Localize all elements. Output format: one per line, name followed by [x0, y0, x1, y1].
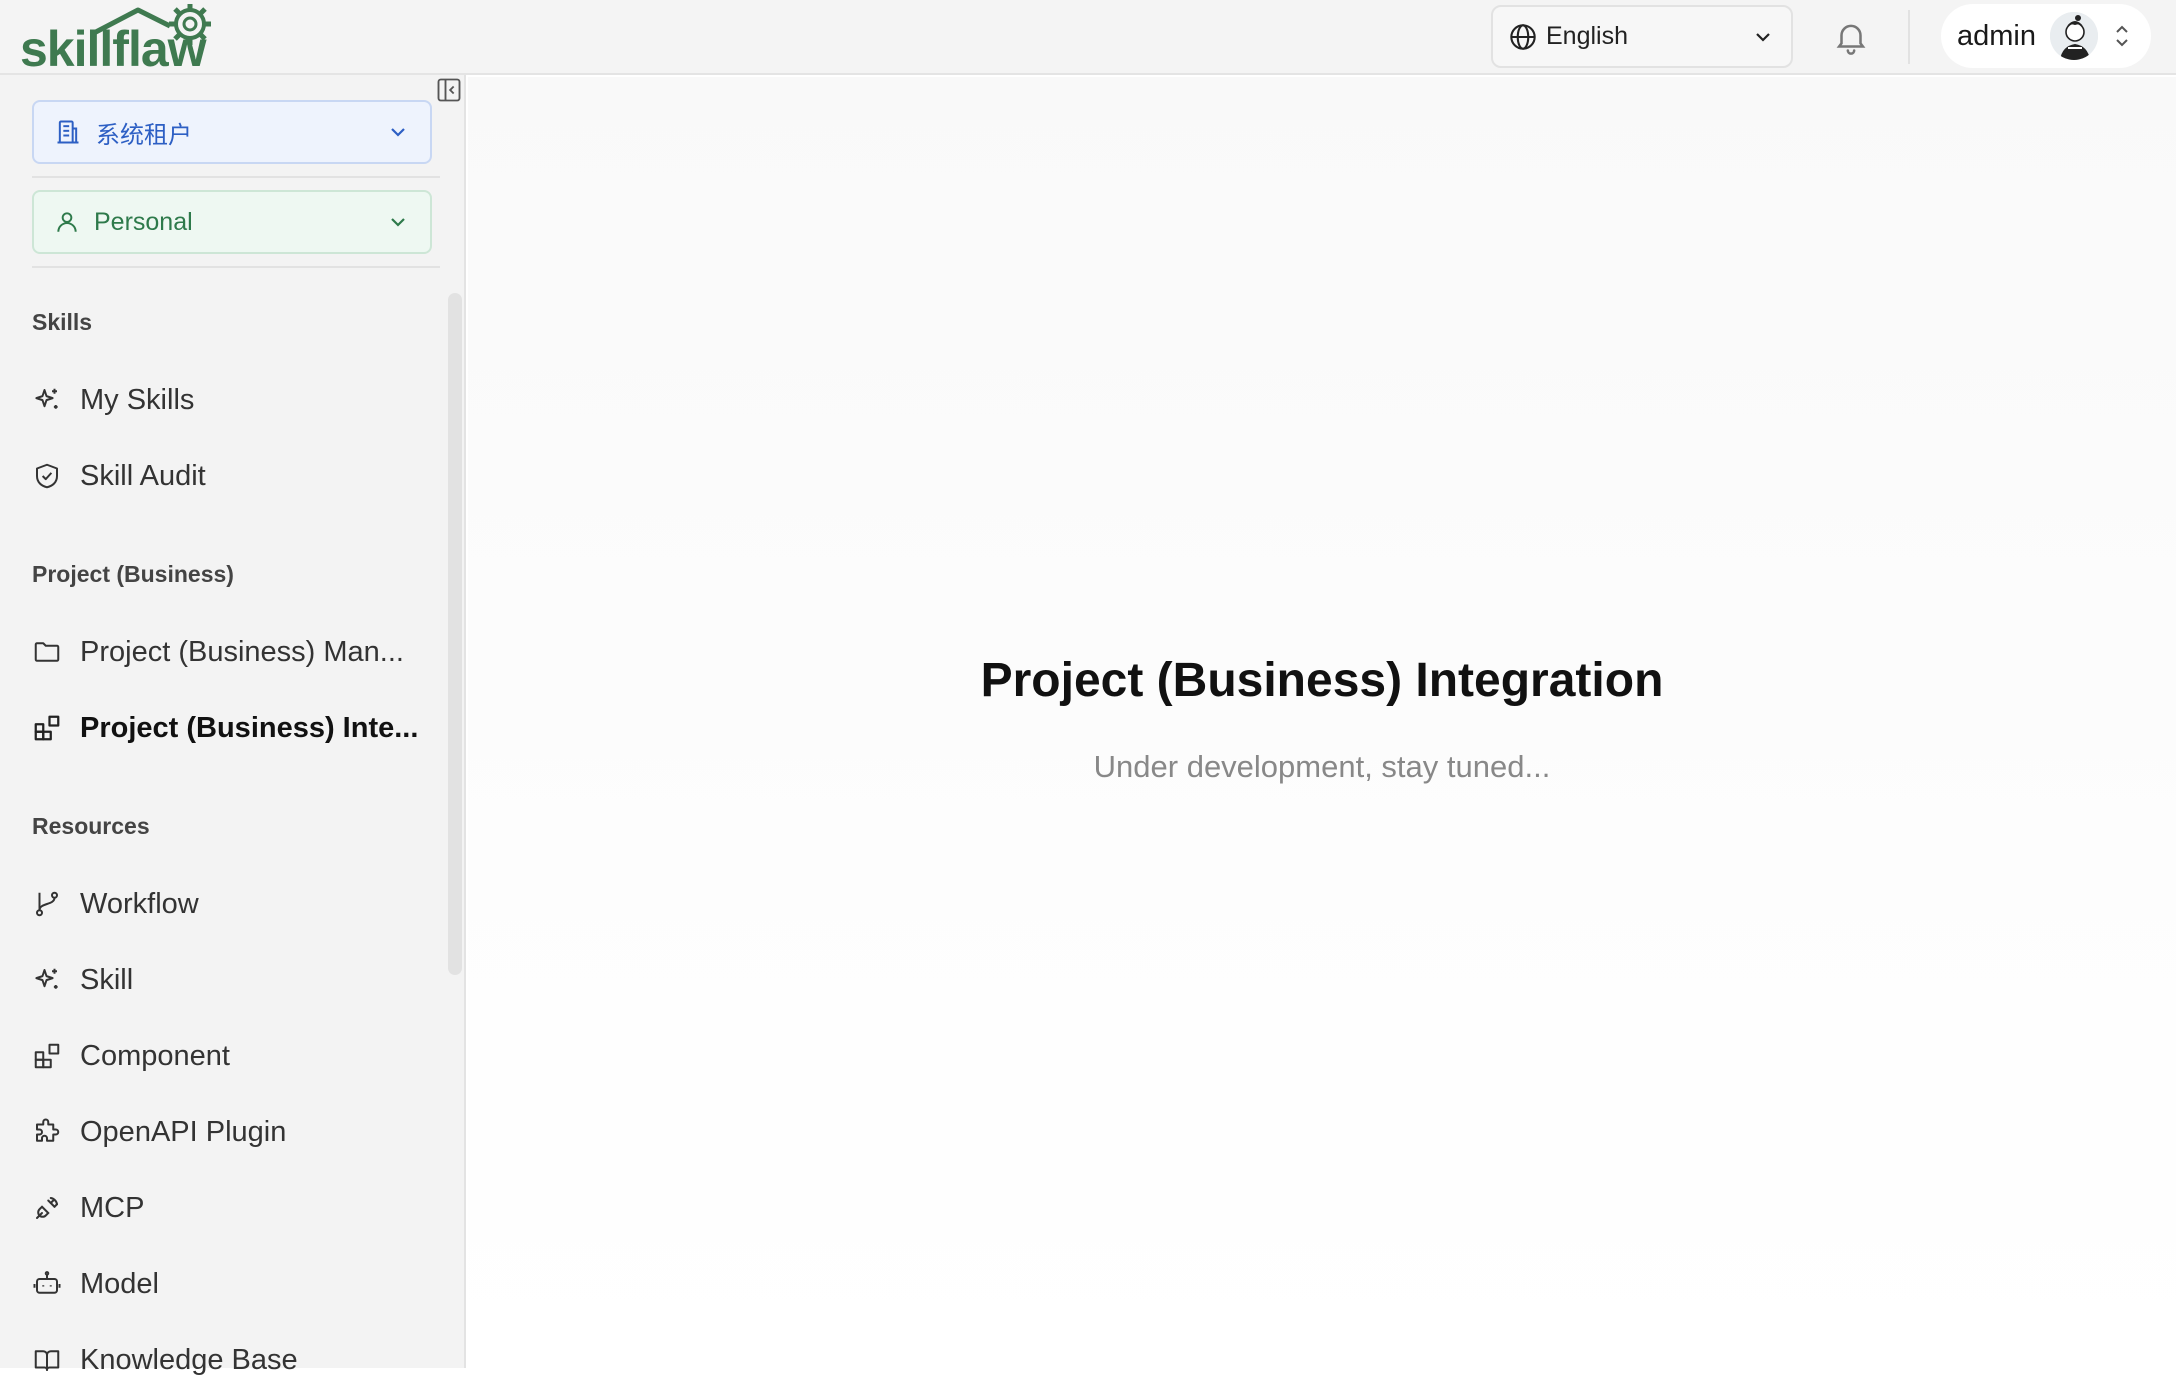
sidebar-item-label: Project (Business) Inte... — [80, 711, 419, 744]
workspace-select[interactable]: Personal — [32, 190, 432, 254]
language-select[interactable]: English — [1491, 5, 1793, 68]
sidebar-item-label: OpenAPI Plugin — [80, 1115, 287, 1148]
sidebar-item-label: Skill Audit — [80, 459, 206, 492]
sidebar-item-label: Model — [80, 1267, 159, 1300]
language-label: English — [1546, 22, 1628, 50]
blocks-icon — [34, 1043, 60, 1069]
plug-icon — [36, 1197, 58, 1219]
sidebar-item-knowledge-base[interactable]: Knowledge Base — [32, 1333, 422, 1387]
user-menu[interactable]: admin — [1941, 4, 2151, 68]
sidebar-item-label: Project (Business) Man... — [80, 635, 404, 668]
sidebar-item-label: Workflow — [80, 887, 199, 920]
sidebar-item-model[interactable]: Model — [32, 1257, 422, 1311]
sidebar-item-openapi-plugin[interactable]: OpenAPI Plugin — [32, 1105, 422, 1159]
section-title-project: Project (Business) — [32, 561, 234, 587]
logo-text: skillflaw — [20, 21, 207, 70]
chevron-down-icon — [1756, 32, 1770, 42]
main-content: Project (Business) Integration Under dev… — [468, 77, 2176, 1368]
top-bar: skillflaw English admin — [0, 0, 2176, 75]
globe-icon — [1510, 23, 1536, 50]
sidebar-item-label: My Skills — [80, 383, 195, 416]
sidebar-item-project-integration[interactable]: Project (Business) Inte... — [32, 701, 422, 755]
tenant-select[interactable]: 系统租户 — [32, 100, 432, 164]
sidebar-item-mcp[interactable]: MCP — [32, 1181, 422, 1235]
header-divider — [1908, 10, 1910, 64]
section-title-resources: Resources — [32, 813, 150, 839]
chevron-down-icon — [391, 218, 405, 227]
section-title-skills: Skills — [32, 309, 93, 335]
sparkle-icon — [35, 388, 58, 409]
sidebar-collapse-icon[interactable] — [435, 76, 463, 104]
folder-icon — [34, 642, 60, 662]
username: admin — [1957, 19, 2036, 52]
sidebar-item-label: Skill — [80, 963, 134, 996]
divider — [32, 176, 440, 178]
chevron-updown-icon — [2116, 25, 2128, 47]
page-subtitle: Under development, stay tuned... — [1093, 749, 1551, 784]
bell-icon[interactable] — [1832, 18, 1870, 56]
sidebar-item-label: Knowledge Base — [80, 1343, 298, 1376]
page-title: Project (Business) Integration — [980, 654, 1664, 707]
git-branch-icon — [36, 891, 58, 917]
sidebar-item-workflow[interactable]: Workflow — [32, 877, 422, 931]
avatar — [2050, 12, 2098, 60]
blocks-icon — [34, 715, 60, 741]
workspace-label: Personal — [94, 207, 193, 236]
sidebar-item-label: Component — [80, 1039, 230, 1072]
sidebar-item-skill-audit[interactable]: Skill Audit — [32, 449, 422, 503]
sidebar-item-component[interactable]: Component — [32, 1029, 422, 1083]
bot-icon — [33, 1271, 61, 1294]
sidebar-scrollbar[interactable] — [448, 293, 462, 975]
shield-check-icon — [36, 463, 58, 489]
sidebar-item-my-skills[interactable]: My Skills — [32, 373, 422, 427]
user-icon — [57, 212, 77, 232]
sidebar: 系统租户 Personal Skills My Skills Skill Aud… — [0, 75, 466, 1376]
book-icon — [34, 1350, 60, 1371]
sidebar-item-label: MCP — [80, 1191, 145, 1224]
sidebar-item-project-management[interactable]: Project (Business) Man... — [32, 625, 422, 679]
sidebar-item-skill[interactable]: Skill — [32, 953, 422, 1007]
skillflaw-logo[interactable]: skillflaw — [20, 4, 278, 70]
tenant-label: 系统租户 — [96, 121, 192, 149]
puzzle-icon — [36, 1118, 60, 1142]
chevron-down-icon — [391, 128, 405, 137]
divider — [32, 266, 440, 268]
building-icon — [57, 120, 79, 144]
sparkle-icon — [35, 968, 58, 989]
